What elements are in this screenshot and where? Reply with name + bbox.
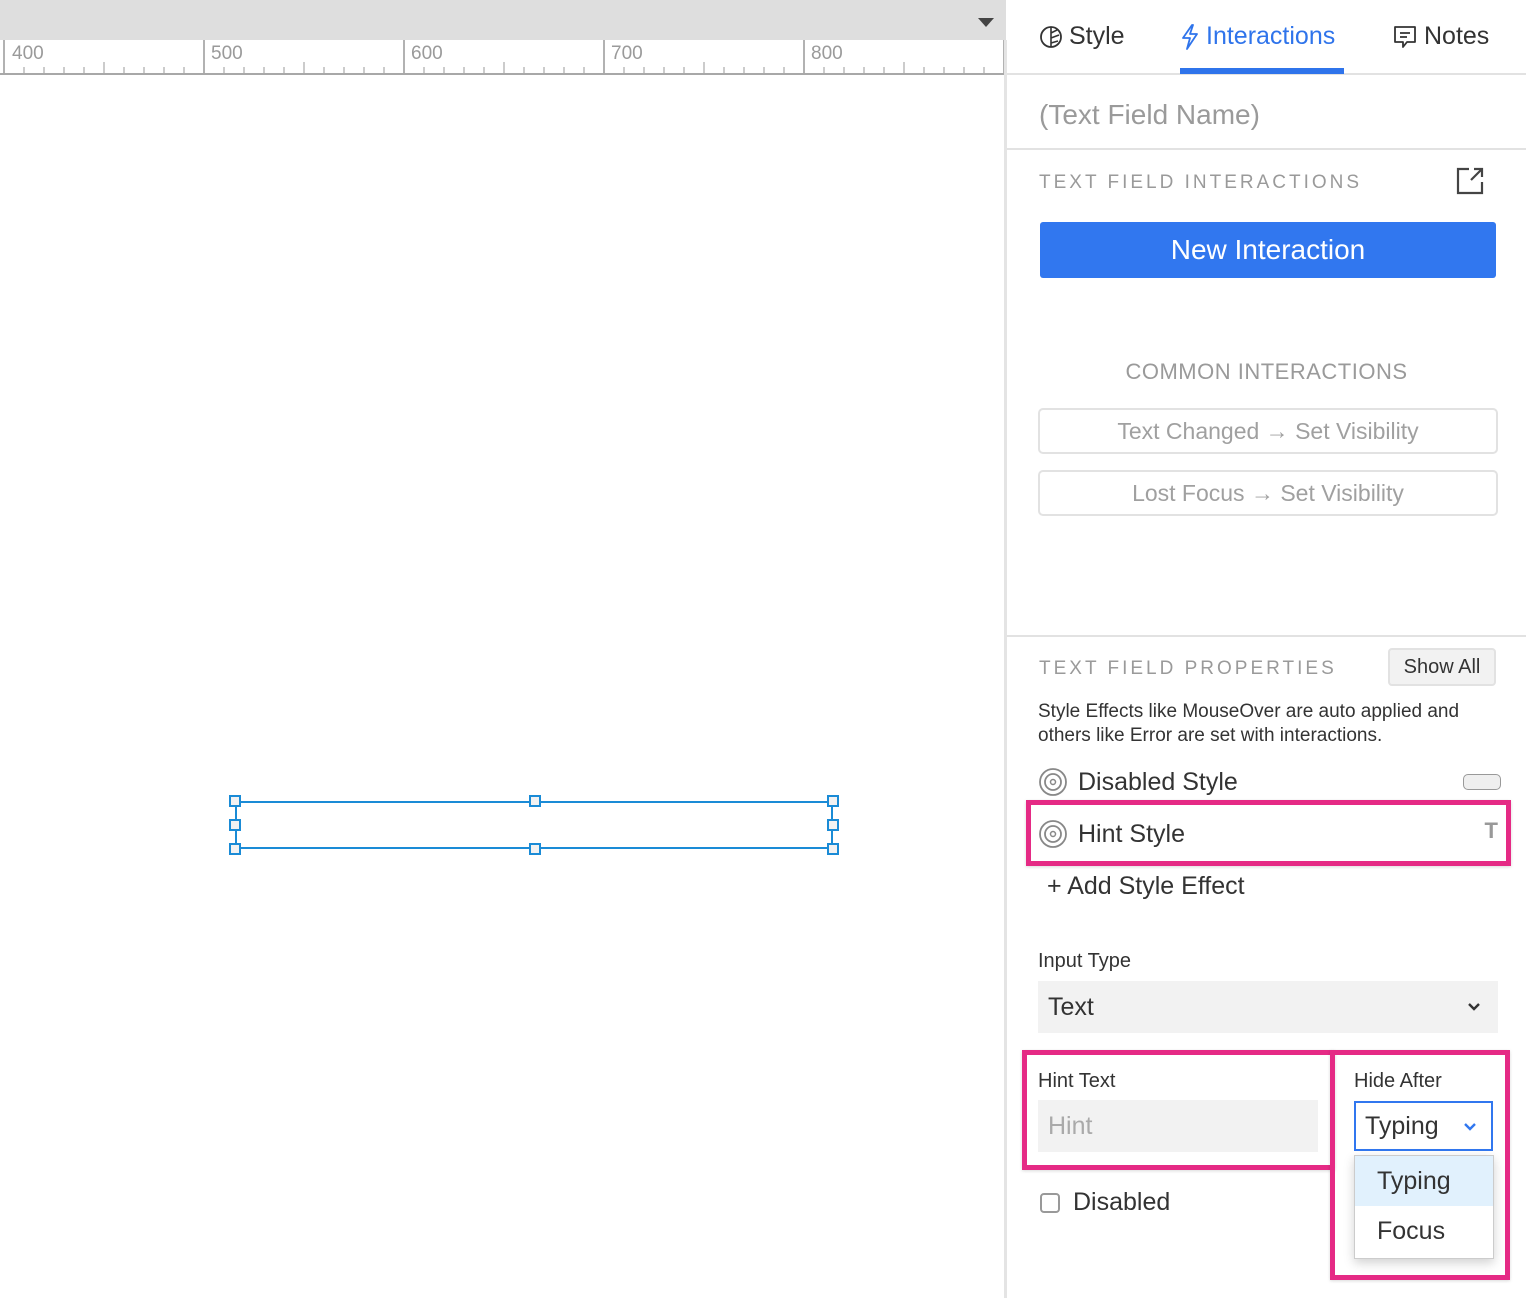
style-effect-disabled[interactable]: Disabled Style [1038, 762, 1501, 802]
design-canvas[interactable]: 400 500 600 700 800 [0, 0, 1007, 1298]
hint-text-input[interactable] [1038, 1100, 1318, 1152]
resize-handle-bottom[interactable] [529, 843, 541, 855]
disabled-checkbox-label: Disabled [1073, 1188, 1171, 1216]
show-all-button[interactable]: Show All [1388, 648, 1496, 686]
text-style-preview-icon: T [1484, 818, 1498, 843]
hide-after-value: Typing [1365, 1111, 1439, 1140]
resize-handle-bottom-left[interactable] [229, 843, 241, 855]
chevron-down-icon [1468, 1003, 1480, 1011]
plus-icon: + [1047, 872, 1062, 900]
tab-label: Interactions [1206, 22, 1336, 50]
resize-handle-left[interactable] [229, 819, 241, 831]
style-effect-label: Hint Style [1078, 819, 1185, 848]
note-bubble-icon [1394, 25, 1416, 48]
tab-label: Notes [1424, 22, 1490, 50]
tab-notes[interactable]: Notes [1392, 22, 1489, 51]
active-tab-indicator [1180, 68, 1344, 74]
ruler-label: 700 [611, 43, 643, 64]
inspector-panel: Style Interactions Notes (Text Field Nam… [1007, 0, 1526, 1298]
widget-name-field[interactable]: (Text Field Name) [1007, 75, 1526, 150]
dropdown-option-focus[interactable]: Focus [1355, 1206, 1493, 1256]
common-interactions-title: COMMON INTERACTIONS [1125, 359, 1408, 384]
disabled-style-preview-swatch [1463, 774, 1501, 790]
widget-name-placeholder: (Text Field Name) [1039, 99, 1260, 130]
disabled-checkbox[interactable] [1040, 1192, 1060, 1213]
open-external-icon[interactable] [1455, 166, 1485, 196]
ruler-label: 400 [12, 43, 44, 64]
new-interaction-button[interactable]: New Interaction [1040, 222, 1496, 278]
style-leaf-icon [1040, 25, 1062, 48]
target-icon [1039, 768, 1067, 796]
hide-after-select[interactable]: Typing [1354, 1101, 1493, 1151]
ruler-ticks [3, 40, 1005, 73]
ruler-label: 800 [811, 43, 843, 64]
disabled-checkbox-row[interactable]: Disabled [1040, 1188, 1170, 1217]
input-type-select[interactable]: Text [1038, 981, 1498, 1033]
ruler-label: 600 [411, 43, 443, 64]
resize-handle-top[interactable] [529, 795, 541, 807]
selected-text-field[interactable] [235, 801, 833, 849]
input-type-label: Input Type [1038, 950, 1132, 972]
style-effect-hint[interactable]: Hint Style T [1038, 814, 1498, 854]
dropdown-option-typing[interactable]: Typing [1355, 1156, 1493, 1206]
resize-handle-right[interactable] [827, 819, 839, 831]
horizontal-ruler: 400 500 600 700 800 [0, 40, 1006, 75]
tab-interactions[interactable]: Interactions [1180, 22, 1335, 51]
resize-handle-bottom-right[interactable] [827, 843, 839, 855]
input-type-value: Text [1048, 992, 1094, 1021]
resize-handle-top-right[interactable] [827, 795, 839, 807]
hide-after-label: Hide After [1354, 1070, 1442, 1092]
tab-label: Style [1069, 22, 1125, 50]
hint-text-label: Hint Text [1038, 1070, 1116, 1092]
canvas-top-bar [0, 0, 1006, 40]
style-effects-description: Style Effects like MouseOver are auto ap… [1038, 701, 1460, 746]
section-divider [1007, 635, 1526, 637]
interactions-section-title: TEXT FIELD INTERACTIONS [1039, 172, 1363, 193]
common-interaction-lost-focus-button[interactable]: Lost Focus → Set Visibility [1038, 470, 1498, 516]
resize-handle-top-left[interactable] [229, 795, 241, 807]
common-interaction-text-changed-button[interactable]: Text Changed → Set Visibility [1038, 408, 1498, 454]
tab-style[interactable]: Style [1039, 22, 1125, 51]
add-style-effect-button[interactable]: + Add Style Effect [1047, 872, 1245, 901]
ruler-label: 500 [211, 43, 243, 64]
add-style-effect-label: Add Style Effect [1067, 872, 1245, 900]
properties-section-title: TEXT FIELD PROPERTIES [1039, 658, 1337, 679]
chevron-down-icon [1464, 1123, 1476, 1131]
lightning-icon [1182, 23, 1198, 50]
style-effect-label: Disabled Style [1078, 767, 1238, 796]
dropdown-caret-icon[interactable] [978, 18, 994, 27]
target-icon [1039, 820, 1067, 848]
inspector-tabs: Style Interactions Notes [1007, 0, 1526, 75]
hide-after-dropdown-menu: Typing Focus [1354, 1155, 1494, 1259]
